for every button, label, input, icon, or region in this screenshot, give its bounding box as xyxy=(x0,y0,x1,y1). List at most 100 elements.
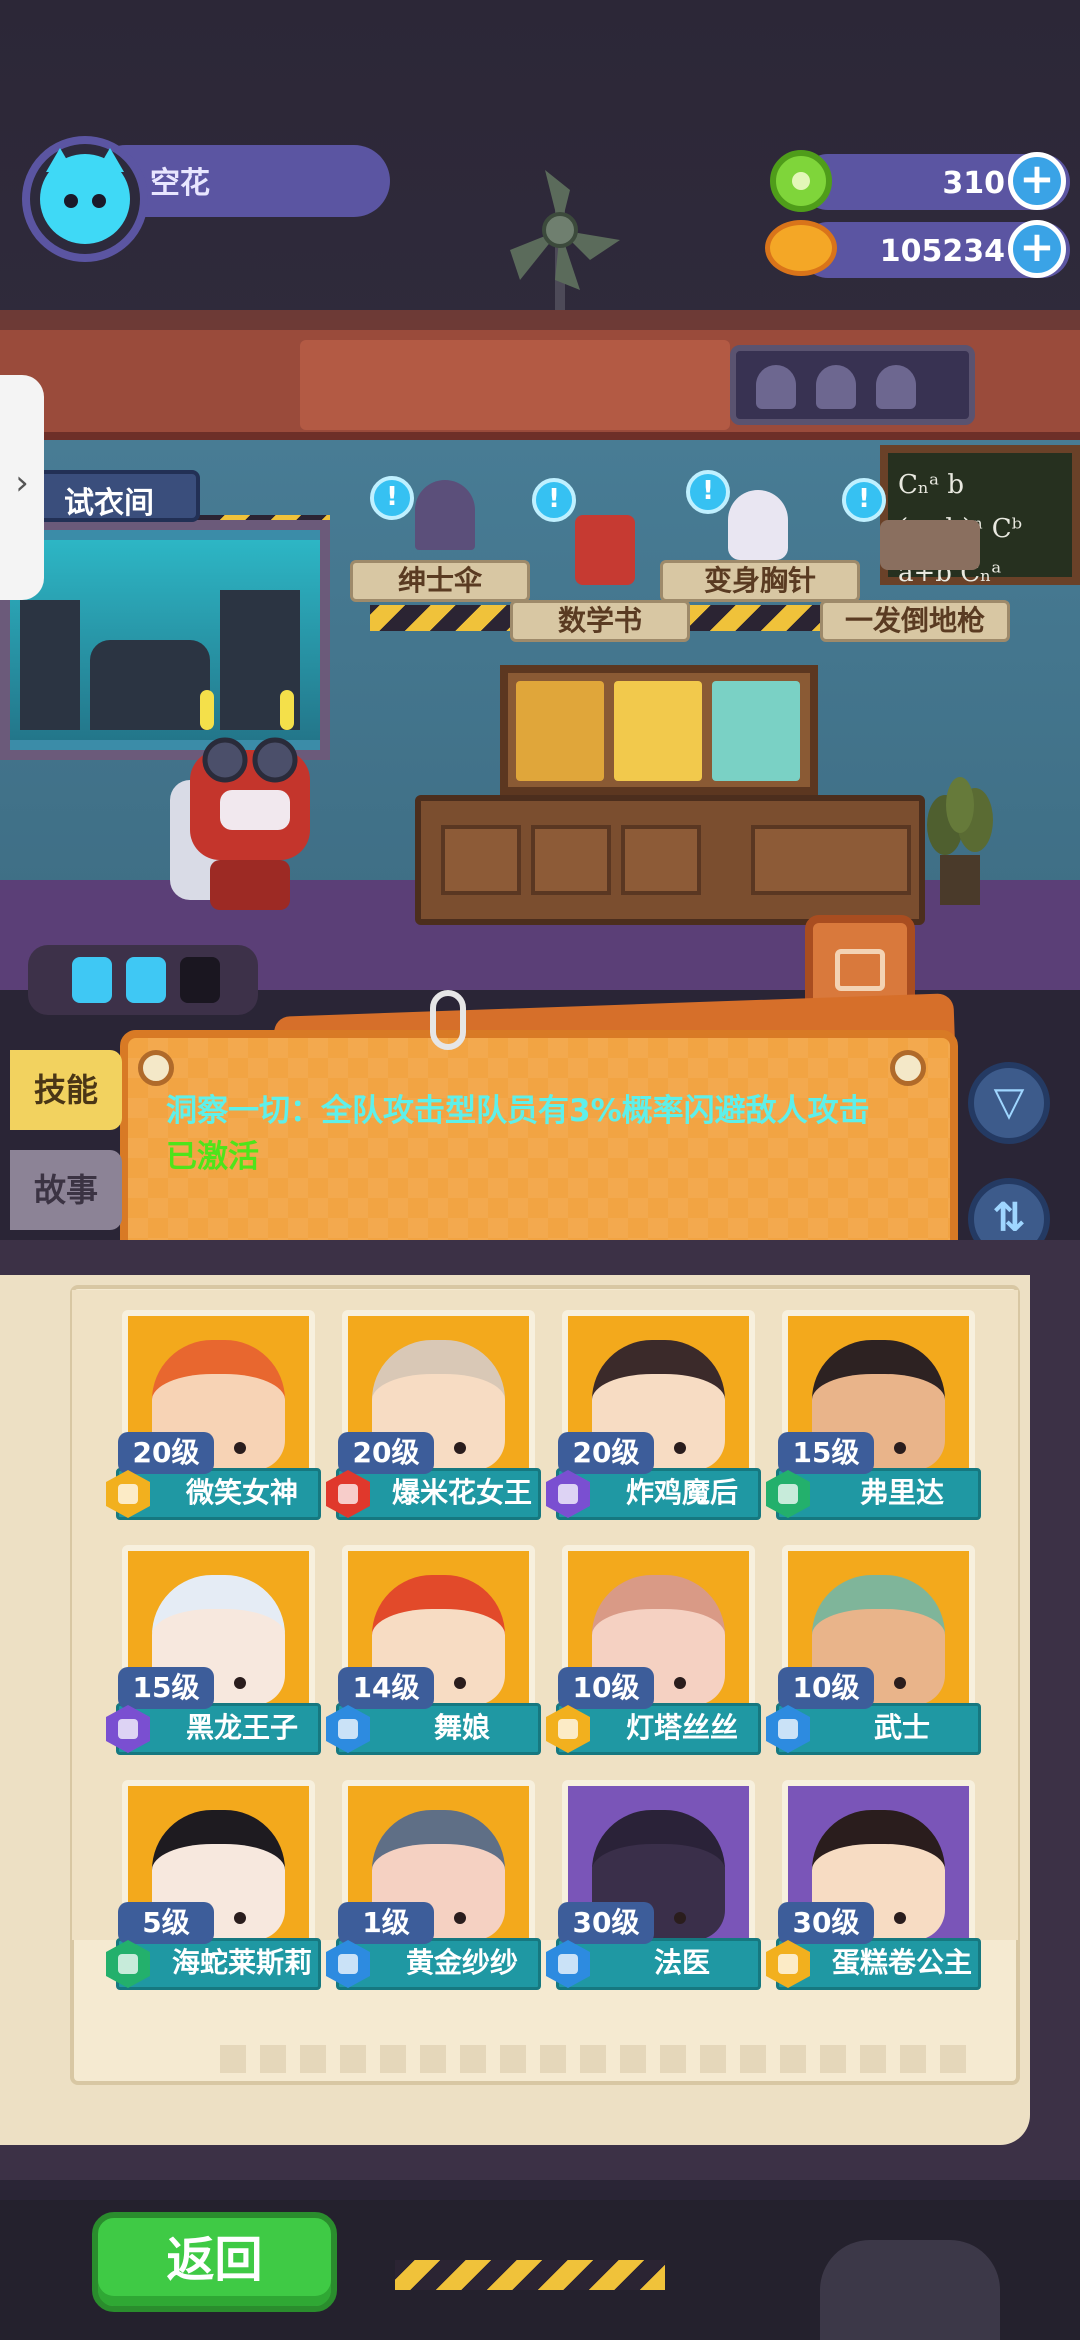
add-gems-button[interactable]: + xyxy=(1008,152,1066,210)
character-card[interactable]: 黄金纱纱 1级 xyxy=(326,1780,541,1990)
info-icon[interactable]: ! xyxy=(532,478,576,522)
shelf-item-label[interactable]: 数学书 xyxy=(510,600,690,642)
info-symbol: ! xyxy=(386,482,398,512)
plus-icon: + xyxy=(1019,154,1055,203)
chevron-right-icon: › xyxy=(15,463,29,503)
character-name: 灯塔丝丝 xyxy=(625,1711,738,1744)
character-name: 弗里达 xyxy=(859,1476,944,1509)
character-name: 海蛇莱斯莉 xyxy=(171,1946,312,1979)
character-level: 14级 xyxy=(338,1667,434,1709)
portrait-eye xyxy=(234,1442,246,1454)
paperclip-icon xyxy=(430,990,466,1050)
character-card[interactable]: 海蛇莱斯莉 5级 xyxy=(106,1780,321,1990)
info-symbol: ! xyxy=(702,476,714,506)
energy-full-icon xyxy=(72,957,112,1003)
character-card[interactable]: 蛋糕卷公主 30级 xyxy=(766,1780,981,1990)
character-level: 20级 xyxy=(558,1432,654,1474)
character-card[interactable]: 微笑女神 20级 xyxy=(106,1310,321,1520)
math-book-icon[interactable] xyxy=(575,515,635,585)
character-level: 30级 xyxy=(558,1902,654,1944)
player-name: 空花 xyxy=(150,166,210,201)
shelf-item-label[interactable]: 一发倒地枪 xyxy=(820,600,1010,642)
skill-description: 洞察一切：全队攻击型队员有3%概率闪避敌人攻击 已激活 xyxy=(166,1088,906,1180)
character-card[interactable]: 黑龙王子 15级 xyxy=(106,1545,321,1755)
character-card[interactable]: 爆米花女王 20级 xyxy=(326,1310,541,1520)
roof-panel xyxy=(300,340,730,430)
gun-icon[interactable] xyxy=(880,520,980,570)
plus-icon: + xyxy=(1019,222,1055,271)
portrait-slot xyxy=(614,681,702,781)
pin-icon xyxy=(138,1050,174,1086)
portrait-eye xyxy=(894,1912,906,1924)
character-name: 黄金纱纱 xyxy=(405,1946,518,1979)
back-button[interactable]: 返回 xyxy=(92,2212,337,2312)
portrait-eye xyxy=(894,1677,906,1689)
tab-skill[interactable]: 技能 xyxy=(10,1050,122,1130)
character-level: 20级 xyxy=(118,1432,214,1474)
room-label: 试衣间 xyxy=(30,470,200,522)
character-name: 微笑女神 xyxy=(185,1476,298,1509)
character-card[interactable]: 法医 30级 xyxy=(546,1780,761,1990)
cat-ear xyxy=(46,148,74,172)
gem-icon xyxy=(770,150,832,212)
chalkboard-line: Cₙᵃ b xyxy=(898,470,965,500)
bottom-hazard-stripe xyxy=(395,2260,665,2290)
character-name: 爆米花女王 xyxy=(391,1476,532,1509)
character-level: 15级 xyxy=(778,1432,874,1474)
energy-full-icon xyxy=(126,957,166,1003)
character-name: 炸鸡魔后 xyxy=(625,1476,738,1509)
shelf-item-label[interactable]: 绅士伞 xyxy=(350,560,530,602)
side-drawer-tab[interactable]: › xyxy=(0,375,44,600)
sort-icon: ⇅ xyxy=(992,1195,1026,1241)
portrait-eye xyxy=(234,1677,246,1689)
portrait-eye xyxy=(454,1912,466,1924)
avatar-eye xyxy=(64,194,78,208)
cat-ear xyxy=(96,148,124,172)
portrait-eye xyxy=(454,1677,466,1689)
page-footer-text xyxy=(220,2045,980,2073)
character-name: 舞娘 xyxy=(433,1711,490,1744)
character-name: 武士 xyxy=(873,1711,930,1744)
window-silhouette xyxy=(20,600,80,730)
avatar[interactable] xyxy=(40,148,130,244)
portrait-eye xyxy=(674,1912,686,1924)
portrait-slot xyxy=(712,681,800,781)
character-name: 法医 xyxy=(653,1946,710,1979)
portrait-slot xyxy=(516,681,604,781)
plant-decoration xyxy=(927,777,993,905)
avatar-eye xyxy=(92,194,106,208)
roster-grid: 微笑女神 20级 爆米花女王 20级 炸鸡魔后 20级 弗里达 15级 黑龙王子 15级 舞娘 14级… xyxy=(72,1290,1018,1990)
character-level: 1级 xyxy=(338,1902,434,1944)
character-level: 15级 xyxy=(118,1667,214,1709)
character-card[interactable]: 灯塔丝丝 10级 xyxy=(546,1545,761,1755)
character-level: 10级 xyxy=(558,1667,654,1709)
character-level: 10级 xyxy=(778,1667,874,1709)
umbrella-icon[interactable] xyxy=(415,480,475,550)
desk xyxy=(415,795,925,925)
portrait-eye xyxy=(674,1677,686,1689)
bottom-decoration xyxy=(820,2240,1000,2340)
character-level: 20级 xyxy=(338,1432,434,1474)
skull-brooch-icon[interactable] xyxy=(728,490,788,560)
player-character[interactable] xyxy=(150,690,350,930)
energy-empty-icon xyxy=(180,957,220,1003)
character-name: 蛋糕卷公主 xyxy=(831,1946,972,1979)
character-card[interactable]: 舞娘 14级 xyxy=(326,1545,541,1755)
energy-bar xyxy=(28,945,258,1015)
filter-button[interactable]: ▽ xyxy=(968,1062,1050,1144)
portrait-eye xyxy=(454,1442,466,1454)
filter-icon: ▽ xyxy=(993,1079,1025,1125)
character-card[interactable]: 炸鸡魔后 20级 xyxy=(546,1310,761,1520)
ghost-panel-decoration xyxy=(730,345,975,425)
character-card[interactable]: 弗里达 15级 xyxy=(766,1310,981,1520)
character-level: 30级 xyxy=(778,1902,874,1944)
character-card[interactable]: 武士 10级 xyxy=(766,1545,981,1755)
add-coins-button[interactable]: + xyxy=(1008,220,1066,278)
portrait-eye xyxy=(674,1442,686,1454)
info-icon[interactable]: ! xyxy=(370,476,414,520)
tab-story[interactable]: 故事 xyxy=(10,1150,122,1230)
shelf-item-label[interactable]: 变身胸针 xyxy=(660,560,860,602)
skill-text: 洞察一切：全队攻击型队员有3%概率闪避敌人攻击 xyxy=(166,1093,870,1129)
info-icon[interactable]: ! xyxy=(842,478,886,522)
info-icon[interactable]: ! xyxy=(686,470,730,514)
